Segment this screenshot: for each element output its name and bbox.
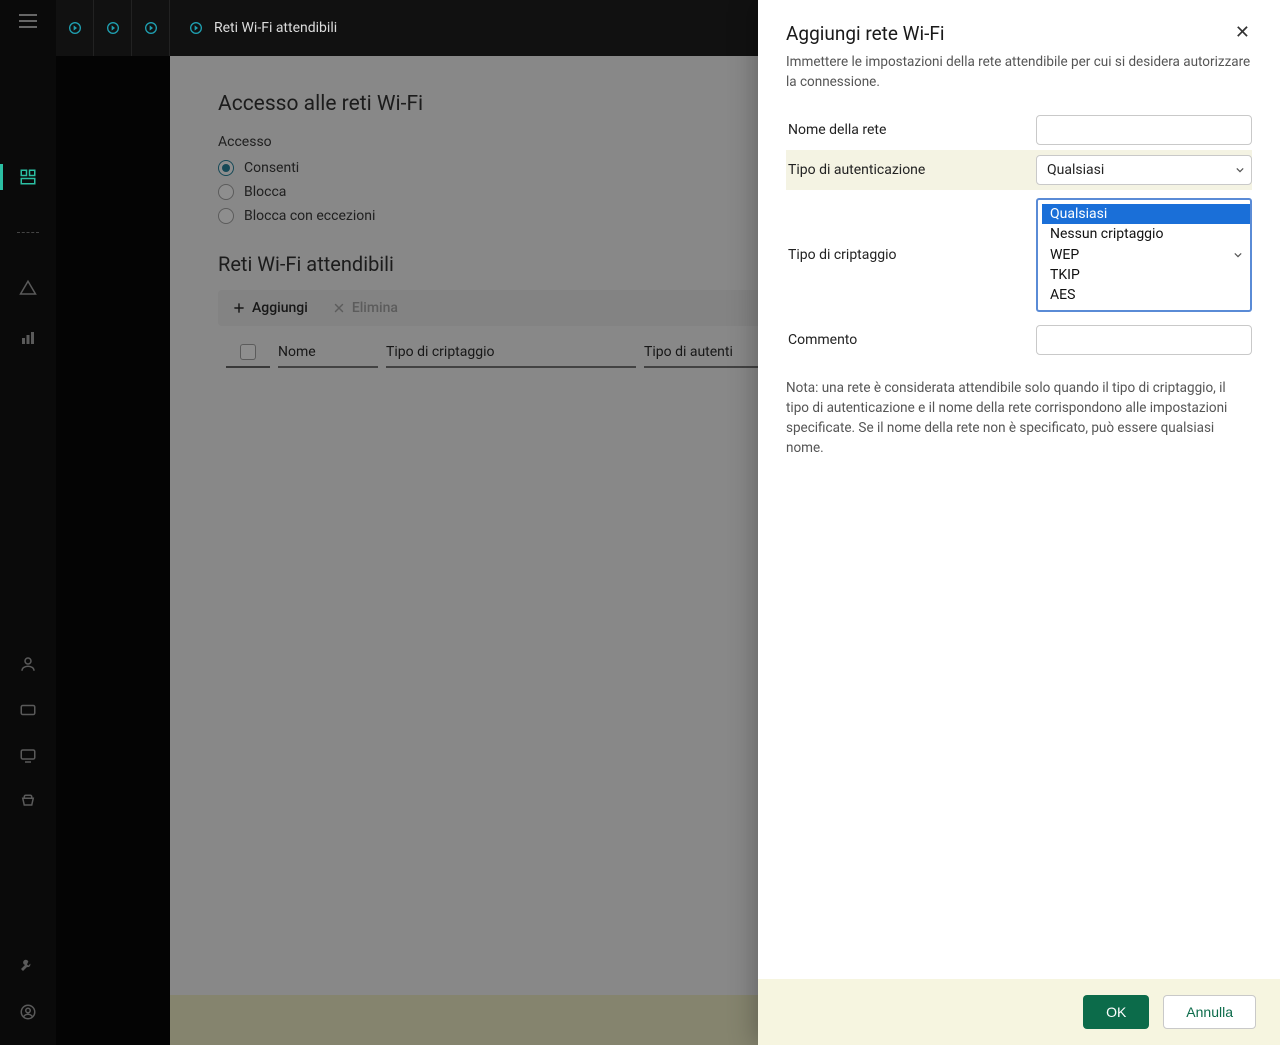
nav-reports-icon[interactable] [19, 329, 37, 347]
radio-block-exceptions-label: Blocca con eccezioni [244, 208, 375, 224]
breadcrumb-step-icon[interactable] [132, 0, 170, 56]
add-button[interactable]: Aggiungi [232, 300, 308, 316]
auth-type-label: Tipo di autenticazione [786, 162, 1036, 178]
encryption-type-label: Tipo di criptaggio [786, 247, 1036, 263]
cancel-button[interactable]: Annulla [1163, 995, 1256, 1029]
network-name-label: Nome della rete [786, 122, 1036, 138]
radio-allow-label: Consenti [244, 160, 299, 176]
encryption-option[interactable]: Qualsiasi [1042, 204, 1250, 224]
encryption-option[interactable]: WEP [1042, 245, 1250, 265]
radio-icon [218, 184, 234, 200]
nav-tools-icon[interactable] [19, 957, 37, 975]
breadcrumb-step-icon[interactable] [94, 0, 132, 56]
modal-note: Nota: una rete è considerata attendibile… [786, 378, 1252, 459]
ok-button-label: OK [1106, 1004, 1126, 1020]
nav-dashboard-icon[interactable] [19, 168, 37, 186]
delete-button: Elimina [332, 300, 398, 316]
select-all-checkbox[interactable] [240, 344, 256, 360]
breadcrumb-step-icon[interactable] [56, 0, 94, 56]
footer-strip [170, 995, 758, 1045]
nav-users-icon[interactable] [19, 655, 37, 673]
radio-icon [218, 208, 234, 224]
encryption-option[interactable]: Nessun criptaggio [1042, 224, 1250, 244]
delete-button-label: Elimina [352, 300, 398, 316]
network-name-input[interactable] [1036, 115, 1252, 145]
radio-block-label: Blocca [244, 184, 286, 200]
encryption-option[interactable]: TKIP [1042, 265, 1250, 285]
nav-monitor-icon[interactable] [19, 747, 37, 765]
nav-account-icon[interactable] [19, 1003, 37, 1021]
nav-alerts-icon[interactable] [19, 279, 37, 297]
modal-subtitle: Immettere le impostazioni della rete att… [786, 53, 1252, 92]
modal-title: Aggiungi rete Wi-Fi [786, 22, 945, 45]
encryption-type-listbox[interactable]: Qualsiasi Nessun criptaggio WEP TKIP AES [1036, 198, 1252, 311]
radio-icon [218, 160, 234, 176]
col-name[interactable]: Nome [278, 344, 378, 368]
comment-input[interactable] [1036, 325, 1252, 355]
add-wifi-modal: Aggiungi rete Wi-Fi ✕ Immettere le impos… [758, 0, 1280, 1045]
encryption-option[interactable]: AES [1042, 285, 1250, 305]
page-title: Reti Wi-Fi attendibili [214, 20, 337, 36]
auth-type-value: Qualsiasi [1047, 162, 1104, 178]
modal-footer: OK Annulla [758, 979, 1280, 1045]
add-button-label: Aggiungi [252, 300, 308, 316]
comment-label: Commento [786, 332, 1036, 348]
nav-license-icon[interactable] [19, 701, 37, 719]
auth-type-select[interactable]: Qualsiasi [1036, 155, 1252, 185]
left-rail [0, 0, 56, 1045]
backdrop-dark [56, 56, 170, 1045]
close-icon[interactable]: ✕ [1233, 22, 1252, 44]
nav-cart-icon[interactable] [19, 793, 37, 811]
col-encryption[interactable]: Tipo di criptaggio [386, 344, 636, 368]
cancel-button-label: Annulla [1186, 1004, 1233, 1020]
breadcrumb-current-icon [188, 20, 204, 36]
ok-button[interactable]: OK [1083, 995, 1149, 1029]
hamburger-icon[interactable] [19, 14, 37, 28]
